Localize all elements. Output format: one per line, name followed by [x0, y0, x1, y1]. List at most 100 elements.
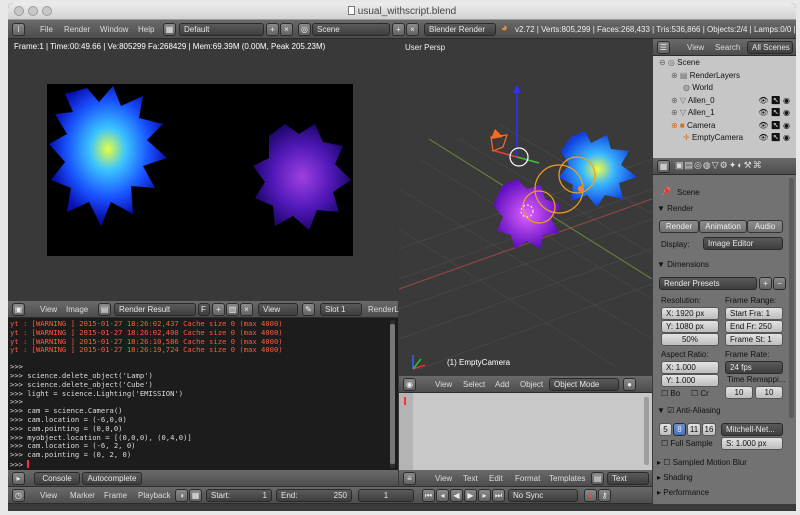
outliner-item-scene[interactable]: ⊖ ◎ Scene: [653, 58, 796, 71]
image-browse-icon[interactable]: ▤: [98, 303, 111, 316]
render-presets-select[interactable]: Render Presets: [659, 277, 757, 290]
motion-blur-panel-header[interactable]: ▸ ☐ Sampled Motion Blur: [657, 458, 787, 473]
image-menu-image[interactable]: Image: [66, 305, 88, 314]
menu-render[interactable]: Render: [64, 25, 90, 34]
resolution-y-field[interactable]: Y: 1080 px: [661, 320, 719, 333]
outliner-item-emptycamera[interactable]: ✛ EmptyCamera 👁 ↖ ◉: [653, 133, 796, 146]
console-tab[interactable]: Console: [34, 472, 80, 485]
viewport-menu-view[interactable]: View: [435, 380, 452, 389]
remap-old-field[interactable]: 10: [725, 386, 753, 399]
open-image-button[interactable]: ▥: [226, 303, 239, 316]
text-menu-format[interactable]: Format: [515, 474, 540, 483]
aa-filter-size-field[interactable]: S: 1.000 px: [721, 437, 783, 450]
outliner-item-world[interactable]: ◍ World: [653, 83, 796, 96]
render-panel-header[interactable]: ▼ Render: [657, 204, 693, 213]
display-select[interactable]: Image Editor: [703, 237, 783, 250]
outliner-menu-view[interactable]: View: [687, 43, 704, 52]
timeline-type-icon[interactable]: ◷: [12, 489, 25, 502]
next-keyframe-icon[interactable]: ▸: [478, 489, 491, 502]
frame-step-prop[interactable]: Frame St: 1: [725, 333, 783, 346]
anti-aliasing-header[interactable]: ▼ ☑ Anti-Aliasing: [657, 406, 721, 415]
layout-select[interactable]: Default: [179, 23, 264, 36]
delete-scene-button[interactable]: ×: [406, 23, 419, 36]
delete-layout-button[interactable]: ×: [280, 23, 293, 36]
python-console[interactable]: yt : [WARNING ] 2015-01-27 18:26:02,437 …: [8, 318, 398, 470]
timeline-menu-frame[interactable]: Frame: [104, 491, 127, 500]
image-editor-type-icon[interactable]: ▣: [12, 303, 25, 316]
menu-window[interactable]: Window: [100, 25, 128, 34]
add-preset-button[interactable]: +: [759, 277, 772, 290]
outliner-item-allen0[interactable]: ⊕ ▽ Allen_0 👁 ↖ ◉: [653, 96, 796, 109]
unlink-image-button[interactable]: ×: [240, 303, 253, 316]
properties-scrollbar[interactable]: [789, 178, 794, 418]
autocomplete-button[interactable]: Autocomplete: [82, 472, 142, 485]
outliner-item-renderlayers[interactable]: ⊕ ▤ RenderLayers: [653, 71, 796, 84]
view-select[interactable]: View: [258, 303, 298, 316]
outliner-type-icon[interactable]: ☰: [657, 41, 670, 54]
play-reverse-icon[interactable]: ◀: [450, 489, 463, 502]
properties-context-tabs[interactable]: ▣▤◎◍▽⚙✦◐⚒⌘: [675, 160, 763, 171]
text-editor-type-icon[interactable]: ≡: [403, 472, 416, 485]
console-type-icon[interactable]: ▸: [12, 472, 25, 485]
new-image-button[interactable]: +: [212, 303, 225, 316]
render-layer-select[interactable]: RenderLa: [368, 305, 403, 314]
border-checkbox[interactable]: ☐ Bo: [661, 389, 680, 398]
text-menu-view[interactable]: View: [435, 474, 452, 483]
outliner-item-allen1[interactable]: ⊕ ▽ Allen_1 👁 ↖ ◉: [653, 108, 796, 121]
text-menu-templates[interactable]: Templates: [549, 474, 585, 483]
aa-samples-16[interactable]: 16: [702, 423, 716, 436]
aspect-y-field[interactable]: Y: 1.000: [661, 374, 719, 387]
timeline-menu-view[interactable]: View: [40, 491, 57, 500]
text-editor-area[interactable]: [399, 393, 652, 470]
shading-panel-header[interactable]: ▸ Shading: [657, 473, 787, 488]
fake-user-button[interactable]: F: [198, 303, 210, 316]
info-editor-icon[interactable]: i: [12, 23, 25, 36]
outliner-item-camera[interactable]: ⊕ ■ Camera 👁 ↖ ◉: [653, 121, 796, 134]
console-scrollbar[interactable]: [390, 320, 395, 468]
scene-icon[interactable]: ◎: [298, 23, 311, 36]
timeline-menu-playback[interactable]: Playback: [138, 491, 170, 500]
text-browse-icon[interactable]: ▤: [591, 472, 604, 485]
3d-viewport[interactable]: User Persp (1) EmptyCamera: [399, 39, 652, 376]
properties-type-icon[interactable]: ▦: [657, 160, 670, 173]
add-layout-button[interactable]: +: [266, 23, 279, 36]
resolution-percent-field[interactable]: 50%: [661, 333, 719, 346]
dimensions-panel-header[interactable]: ▼ Dimensions: [657, 260, 709, 269]
keyframe-icon[interactable]: ▦: [189, 489, 202, 502]
viewport-menu-object[interactable]: Object: [520, 380, 543, 389]
aa-samples-5[interactable]: 5: [659, 423, 672, 436]
current-frame-field[interactable]: 1: [358, 489, 414, 502]
preview-range-icon[interactable]: ◑: [175, 489, 188, 502]
scene-select[interactable]: Scene: [312, 23, 390, 36]
image-menu-view[interactable]: View: [40, 305, 57, 314]
render-button[interactable]: Render: [659, 220, 699, 233]
viewport-shading-icon[interactable]: ●: [623, 378, 636, 391]
aa-samples-11[interactable]: 11: [687, 423, 701, 436]
frame-rate-select[interactable]: 24 fps: [725, 361, 783, 374]
menu-help[interactable]: Help: [138, 25, 154, 34]
aa-samples-8[interactable]: 8: [673, 423, 686, 436]
full-sample-checkbox[interactable]: ☐ Full Sample: [661, 439, 713, 448]
text-block-name[interactable]: Text: [607, 472, 649, 485]
aspect-x-field[interactable]: X: 1.000: [661, 361, 719, 374]
outliner-menu-search[interactable]: Search: [715, 43, 740, 52]
viewport-type-icon[interactable]: ◉: [403, 378, 416, 391]
jump-start-icon[interactable]: ⏮: [422, 489, 435, 502]
viewport-menu-select[interactable]: Select: [463, 380, 485, 389]
start-frame-field[interactable]: Start: 1: [206, 489, 272, 502]
jump-end-icon[interactable]: ⏭: [492, 489, 505, 502]
visibility-eye-icon[interactable]: 👁 ↖ ◉: [758, 121, 796, 130]
mode-select[interactable]: Object Mode: [549, 378, 619, 391]
viewport-menu-add[interactable]: Add: [495, 380, 509, 389]
console-prompt[interactable]: >>>: [10, 459, 398, 470]
render-engine-select[interactable]: Blender Render: [424, 23, 496, 36]
aa-filter-select[interactable]: Mitchell-Net...: [721, 423, 783, 436]
resolution-x-field[interactable]: X: 1920 px: [661, 307, 719, 320]
outliner-display-mode[interactable]: All Scenes: [747, 41, 793, 54]
crop-checkbox[interactable]: ☐ Cr: [691, 389, 709, 398]
remove-preset-button[interactable]: −: [773, 277, 786, 290]
remap-new-field[interactable]: 10: [755, 386, 783, 399]
sync-mode-select[interactable]: No Sync: [508, 489, 578, 502]
visibility-eye-icon[interactable]: 👁 ↖ ◉: [758, 133, 796, 142]
add-scene-button[interactable]: +: [392, 23, 405, 36]
